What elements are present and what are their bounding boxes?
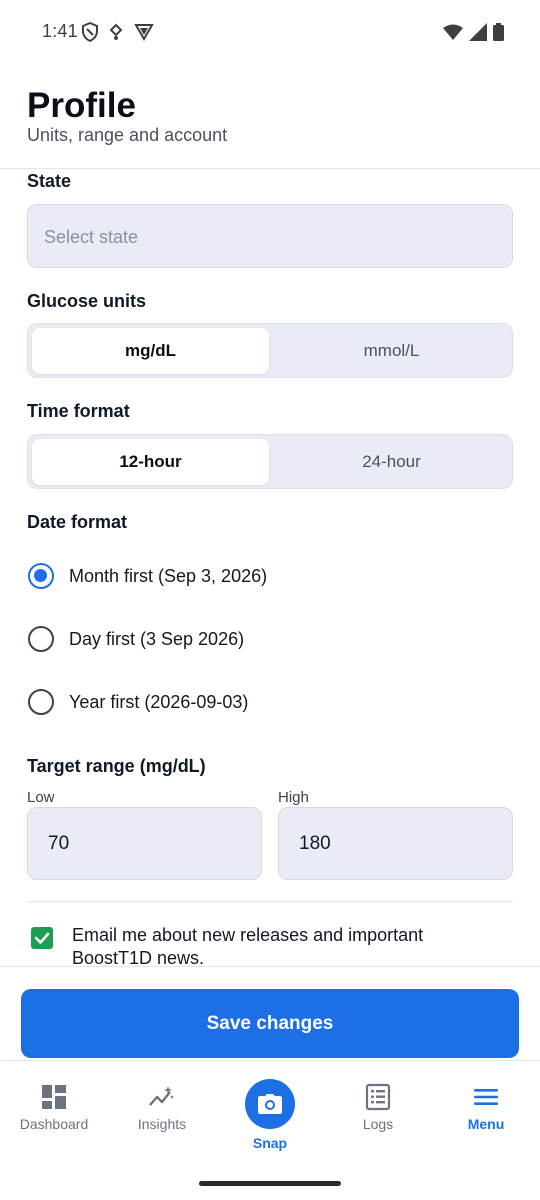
save-changes-button[interactable]: Save changes <box>21 989 519 1058</box>
radio-unchecked-icon[interactable] <box>28 689 54 715</box>
page-title: Profile <box>27 86 136 125</box>
date-format-day-first-radio[interactable]: Day first (3 Sep 2026) <box>28 626 244 652</box>
nav-item-logs[interactable]: Logs <box>324 1061 432 1161</box>
email-opt-in-label[interactable]: Email me about new releases and importan… <box>72 924 492 966</box>
time-format-label: Time format <box>27 401 130 421</box>
dashboard-icon <box>42 1085 66 1109</box>
glucose-unit-mgdl-option[interactable]: mg/dL <box>32 328 269 374</box>
signal-icon <box>469 23 487 41</box>
snap-button[interactable] <box>245 1079 295 1129</box>
nav-label-dashboard: Dashboard <box>19 1116 89 1132</box>
nav-label-snap: Snap <box>252 1135 288 1151</box>
logs-icon <box>365 1083 391 1111</box>
nav-item-menu[interactable]: Menu <box>432 1061 540 1161</box>
time-format-24h-option[interactable]: 24-hour <box>273 439 510 485</box>
page-header: Profile Units, range and account <box>0 64 540 169</box>
nav-item-insights[interactable]: Insights <box>108 1061 216 1161</box>
date-format-label: Date format <box>27 512 128 532</box>
date-format-year-first-radio[interactable]: Year first (2026-09-03) <box>28 689 248 715</box>
camera-icon <box>258 1094 282 1114</box>
email-opt-in-checkbox[interactable] <box>31 927 53 949</box>
menu-icon <box>474 1089 498 1105</box>
check-icon <box>34 932 50 944</box>
profile-form[interactable]: State Select state Glucose units mg/dL m… <box>0 170 540 967</box>
high-field-label: High <box>278 789 309 806</box>
state-select[interactable]: Select state <box>27 204 513 268</box>
date-format-option-label: Month first (Sep 3, 2026) <box>69 565 268 586</box>
glucose-unit-mmol-option[interactable]: mmol/L <box>273 328 510 374</box>
nav-label-menu: Menu <box>467 1116 505 1132</box>
status-icons-left <box>82 22 154 42</box>
nav-item-dashboard[interactable]: Dashboard <box>0 1061 108 1161</box>
glucose-units-label: Glucose units <box>27 291 147 311</box>
status-icons-right <box>443 23 504 41</box>
nav-label-insights: Insights <box>137 1116 187 1132</box>
nav-label-logs: Logs <box>362 1116 394 1132</box>
time-format-toggle: 12-hour 24-hour <box>27 434 513 489</box>
high-range-input[interactable]: 180 <box>278 807 513 880</box>
date-format-option-label: Day first (3 Sep 2026) <box>69 628 245 649</box>
nav-item-snap[interactable]: Snap <box>216 1061 324 1161</box>
bottom-nav: Dashboard Insights Snap Logs Menu <box>0 1060 540 1200</box>
insights-icon <box>149 1086 174 1106</box>
low-range-input[interactable]: 70 <box>27 807 262 880</box>
glucose-units-toggle: mg/dL mmol/L <box>27 323 513 378</box>
state-select-placeholder: Select state <box>44 227 139 247</box>
high-range-value: 180 <box>299 833 331 854</box>
location-icon <box>109 23 123 40</box>
status-bar: 1:41 <box>0 0 540 64</box>
battery-icon <box>493 23 504 41</box>
low-field-label: Low <box>27 789 55 806</box>
radio-checked-icon[interactable] <box>28 563 54 589</box>
wifi-icon <box>443 24 463 40</box>
state-label: State <box>27 171 72 191</box>
date-format-month-first-radio[interactable]: Month first (Sep 3, 2026) <box>28 563 267 589</box>
status-time: 1:41 <box>42 21 78 41</box>
radio-unchecked-icon[interactable] <box>28 626 54 652</box>
vpn-icon <box>134 24 154 41</box>
shield-icon <box>82 22 98 42</box>
page-subtitle: Units, range and account <box>27 125 228 145</box>
date-format-option-label: Year first (2026-09-03) <box>69 691 249 712</box>
time-format-12h-option[interactable]: 12-hour <box>32 439 269 485</box>
target-range-label: Target range (mg/dL) <box>27 756 206 776</box>
low-range-value: 70 <box>48 833 70 854</box>
divider <box>27 901 513 902</box>
home-indicator[interactable] <box>199 1181 341 1186</box>
